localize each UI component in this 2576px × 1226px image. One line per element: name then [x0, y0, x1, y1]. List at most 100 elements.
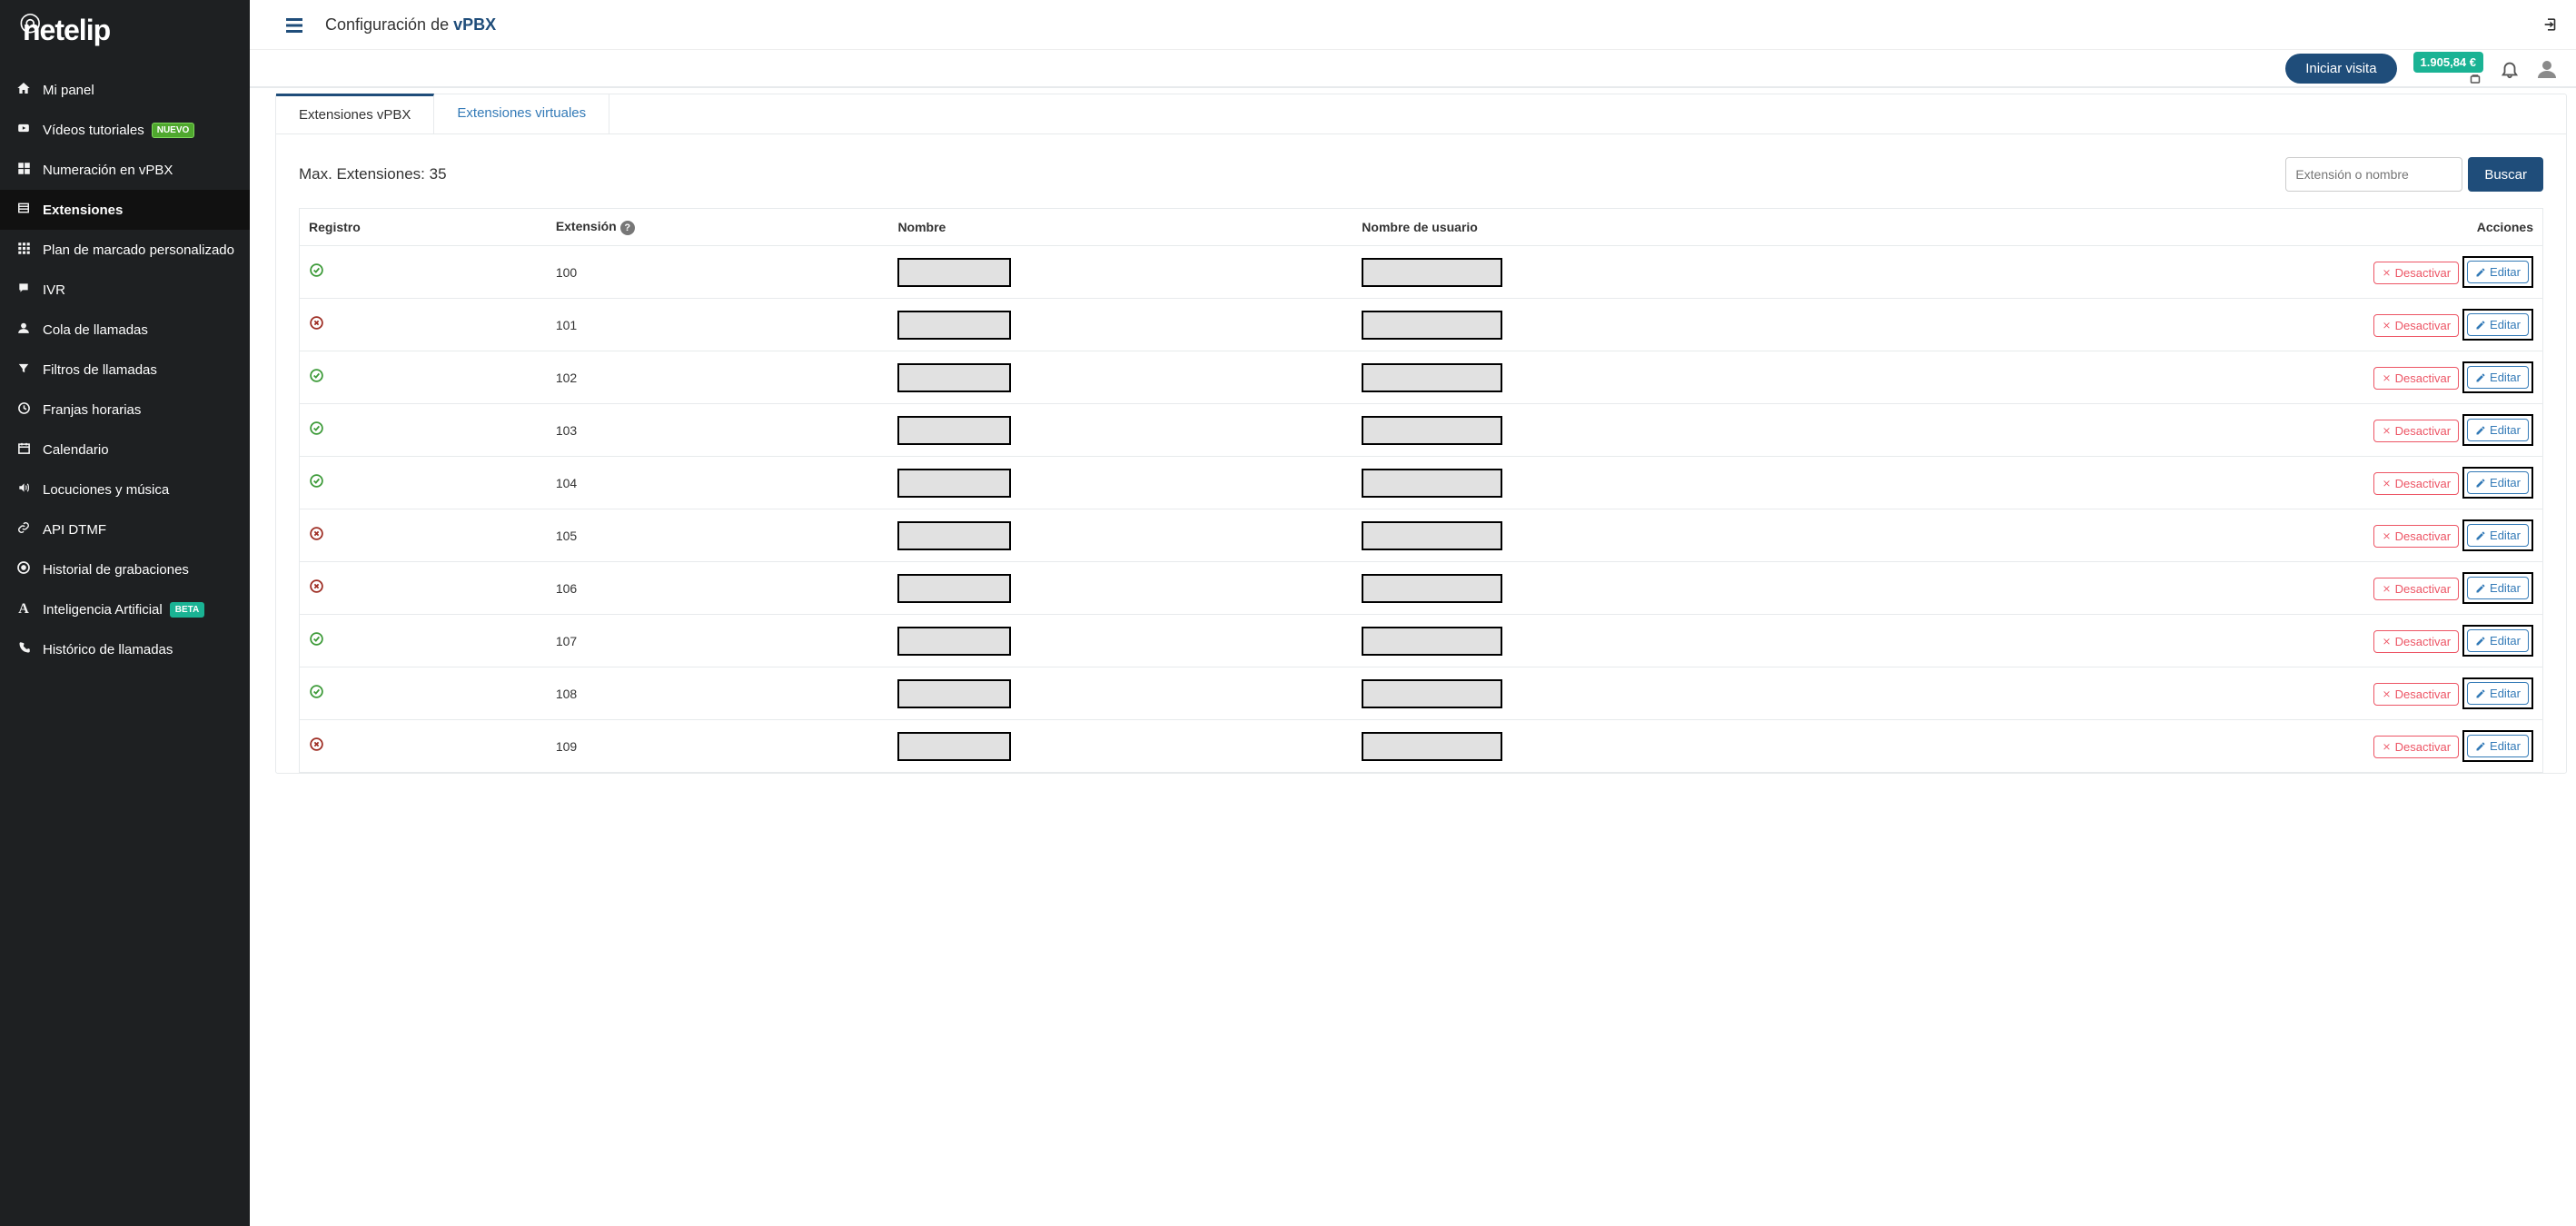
sidebar-item-label: Inteligencia Artificial — [43, 602, 163, 618]
sidebar-item-label: Franjas horarias — [43, 402, 141, 418]
edit-group: Editar — [2462, 414, 2533, 446]
edit-button[interactable]: Editar — [2467, 682, 2529, 705]
sidebar-item-filtros-de-llamadas[interactable]: Filtros de llamadas — [0, 350, 250, 390]
user-avatar-icon[interactable] — [2536, 56, 2558, 80]
redacted-name — [897, 363, 1011, 392]
phone-icon — [14, 641, 34, 658]
sidebar-item-calendario[interactable]: Calendario — [0, 430, 250, 470]
sidebar-item-historial-de-grabaciones[interactable]: Historial de grabaciones — [0, 549, 250, 589]
sidebar-item-label: Cola de llamadas — [43, 322, 148, 338]
main-area: Configuración de vPBX Iniciar visita 1.9… — [250, 0, 2576, 1226]
sidebar-item-api-dtmf[interactable]: API DTMF — [0, 509, 250, 549]
ext-cell: 108 — [547, 667, 889, 720]
max-extensions-label: Max. Extensiones: 35 — [299, 165, 447, 183]
edit-button[interactable]: Editar — [2467, 261, 2529, 283]
sidebar-item-label: API DTMF — [43, 522, 106, 538]
tab-extensiones-vpbx[interactable]: Extensiones vPBX — [276, 94, 434, 133]
tab-extensiones-virtuales[interactable]: Extensiones virtuales — [434, 94, 609, 133]
deactivate-button[interactable]: Desactivar — [2373, 578, 2459, 600]
title-bold: vPBX — [453, 15, 496, 34]
edit-group: Editar — [2462, 730, 2533, 762]
deactivate-button[interactable]: Desactivar — [2373, 367, 2459, 390]
menu-toggle-icon[interactable] — [286, 13, 302, 36]
table-row: 102 Desactivar Editar — [300, 351, 2543, 404]
deactivate-button[interactable]: Desactivar — [2373, 525, 2459, 548]
sidebar-item-mi-panel[interactable]: Mi panel — [0, 70, 250, 110]
filter-icon — [14, 361, 34, 379]
search-input[interactable] — [2285, 157, 2462, 192]
edit-button[interactable]: Editar — [2467, 419, 2529, 441]
deactivate-button[interactable]: Desactivar — [2373, 472, 2459, 495]
deactivate-button[interactable]: Desactivar — [2373, 262, 2459, 284]
search-button[interactable]: Buscar — [2468, 157, 2543, 192]
content: Extensiones vPBXExtensiones virtuales Ma… — [250, 88, 2576, 1226]
start-visit-button[interactable]: Iniciar visita — [2285, 54, 2396, 84]
sidebar-item-franjas-horarias[interactable]: Franjas horarias — [0, 390, 250, 430]
clock-icon — [14, 401, 34, 419]
page-title: Configuración de vPBX — [325, 15, 496, 35]
edit-group: Editar — [2462, 677, 2533, 709]
edit-button[interactable]: Editar — [2467, 524, 2529, 547]
status-ok-icon — [309, 475, 324, 492]
edit-button[interactable]: Editar — [2467, 471, 2529, 494]
status-fail-icon — [309, 580, 324, 598]
refresh-balance-icon[interactable] — [2469, 71, 2482, 85]
deactivate-button[interactable]: Desactivar — [2373, 314, 2459, 337]
deactivate-button[interactable]: Desactivar — [2373, 736, 2459, 758]
sidebar-item-ivr[interactable]: IVR — [0, 270, 250, 310]
sidebar-item-label: Historial de grabaciones — [43, 562, 189, 578]
sidebar-item-locuciones-y-m-sica[interactable]: Locuciones y música — [0, 470, 250, 509]
extensions-table: RegistroExtensión?NombreNombre de usuari… — [299, 208, 2543, 773]
table-row: 106 Desactivar Editar — [300, 562, 2543, 615]
status-ok-icon — [309, 633, 324, 650]
redacted-username — [1362, 258, 1502, 287]
sidebar-item-plan-de-marcado-personalizado[interactable]: Plan de marcado personalizado — [0, 230, 250, 270]
status-fail-icon — [309, 738, 324, 756]
edit-group: Editar — [2462, 256, 2533, 288]
sidebar: ◎netelip Mi panelVídeos tutorialesNUEVON… — [0, 0, 250, 1226]
sidebar-nav: Mi panelVídeos tutorialesNUEVONumeración… — [0, 70, 250, 669]
edit-button[interactable]: Editar — [2467, 366, 2529, 389]
redacted-name — [897, 469, 1011, 498]
chat-icon — [14, 282, 34, 298]
edit-button[interactable]: Editar — [2467, 629, 2529, 652]
ext-cell: 100 — [547, 246, 889, 299]
badge: NUEVO — [152, 123, 195, 138]
ext-cell: 101 — [547, 299, 889, 351]
status-ok-icon — [309, 686, 324, 703]
deactivate-button[interactable]: Desactivar — [2373, 420, 2459, 442]
balance-badge: 1.905,84 € — [2413, 52, 2483, 73]
redacted-username — [1362, 311, 1502, 340]
redacted-name — [897, 679, 1011, 708]
notifications-icon[interactable] — [2500, 56, 2520, 80]
deactivate-button[interactable]: Desactivar — [2373, 683, 2459, 706]
logout-icon[interactable] — [2538, 15, 2558, 34]
sidebar-item-numeraci-n-en-vpbx[interactable]: Numeración en vPBX — [0, 150, 250, 190]
redacted-name — [897, 627, 1011, 656]
ext-cell: 102 — [547, 351, 889, 404]
edit-button[interactable]: Editar — [2467, 735, 2529, 757]
edit-button[interactable]: Editar — [2467, 313, 2529, 336]
extensions-card: Extensiones vPBXExtensiones virtuales Ma… — [275, 94, 2567, 774]
help-icon[interactable]: ? — [620, 221, 635, 235]
redacted-username — [1362, 363, 1502, 392]
status-fail-icon — [309, 528, 324, 545]
edit-group: Editar — [2462, 467, 2533, 499]
sidebar-item-extensiones[interactable]: Extensiones — [0, 190, 250, 230]
deactivate-button[interactable]: Desactivar — [2373, 630, 2459, 653]
redacted-name — [897, 416, 1011, 445]
redacted-username — [1362, 679, 1502, 708]
edit-group: Editar — [2462, 309, 2533, 341]
sidebar-item-v-deos-tutoriales[interactable]: Vídeos tutorialesNUEVO — [0, 110, 250, 150]
volume-icon — [14, 481, 34, 498]
col-registro: Registro — [300, 209, 547, 246]
link-icon — [14, 521, 34, 538]
home-icon — [14, 81, 34, 99]
sidebar-item-cola-de-llamadas[interactable]: Cola de llamadas — [0, 310, 250, 350]
redacted-username — [1362, 521, 1502, 550]
redacted-name — [897, 258, 1011, 287]
sidebar-item-inteligencia-artificial[interactable]: AInteligencia ArtificialBETA — [0, 589, 250, 629]
edit-button[interactable]: Editar — [2467, 577, 2529, 599]
table-row: 100 Desactivar Editar — [300, 246, 2543, 299]
sidebar-item-hist-rico-de-llamadas[interactable]: Histórico de llamadas — [0, 629, 250, 669]
